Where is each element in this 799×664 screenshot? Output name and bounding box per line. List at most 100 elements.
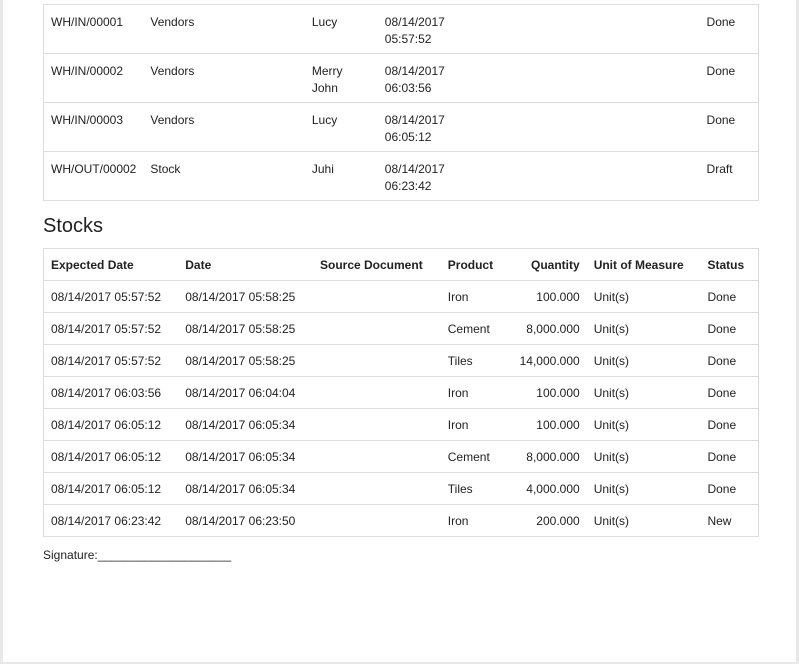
stock-status: New [700,504,759,537]
picking-state: Draft [699,151,759,201]
stock-date: 08/14/2017 06:04:04 [178,376,313,409]
stock-unit-of-measure: Unit(s) [586,376,701,409]
stock-source-document [313,376,441,409]
stock-source-document [313,472,441,505]
stock-row: 08/14/2017 06:05:12 08/14/2017 06:05:34 Ce… [43,440,759,473]
picking-row: WH/IN/00002 Vendors Merry John 08/14/2017 06… [43,53,759,103]
col-date: Date [178,248,313,281]
stock-unit-of-measure: Unit(s) [586,280,701,313]
stock-date: 08/14/2017 06:05:34 [178,408,313,441]
stock-source-document [313,280,441,313]
picking-user: Lucy [304,102,378,152]
picking-partner: Vendors [143,102,305,152]
picking-partner: Vendors [150,15,195,29]
picking-state: Done [699,53,759,103]
picking-date: 08/14/2017 [384,15,445,29]
stock-status: Done [700,344,759,377]
stock-status: Done [700,280,759,313]
stocks-table-header: Expected Date Date Source Document Produ… [43,248,759,281]
stock-quantity: 100.000 [508,280,587,313]
pickings-table: WH/IN/00001 Vendors Lucy 08/14/2017 05:57:52… [43,4,759,201]
picking-reference: WH/IN/00002 [43,53,144,103]
stock-source-document [313,504,441,537]
stock-row: 08/14/2017 06:03:56 08/14/2017 06:04:04 Ir… [43,376,759,409]
stock-status: Done [700,408,759,441]
signature-line: Signature:____________________ [43,548,232,562]
stock-expected-date: 08/14/2017 05:57:52 [43,280,179,313]
picking-row: WH/IN/00001 Vendors Lucy 08/14/2017 05:57:52… [44,5,759,54]
picking-time: 06:03:56 [384,81,432,95]
picking-state: Done [699,102,759,152]
stock-status: Done [700,440,759,473]
stock-quantity: 100.000 [508,408,587,441]
col-source-document: Source Document [313,248,441,281]
stock-product: Tiles [440,344,509,377]
stock-unit-of-measure: Unit(s) [586,472,701,505]
stocks-title: Stocks [43,215,104,237]
stock-quantity: 14,000.000 [508,344,587,377]
picking-date: 08/14/2017 [384,113,445,127]
stock-source-document [313,312,441,345]
stock-row: 08/14/2017 05:57:52 08/14/2017 05:58:25 Ti… [43,344,759,377]
stock-date: 08/14/2017 05:58:25 [178,280,313,313]
stock-row: 08/14/2017 05:57:52 08/14/2017 05:58:25 Ce… [43,312,759,345]
stock-product: Iron [440,376,509,409]
picking-row: WH/OUT/00002 Stock Juhi 08/14/2017 06:23:42 D… [43,151,759,201]
stock-date: 08/14/2017 06:05:34 [178,472,313,505]
picking-partner: Vendors [143,53,305,103]
stock-unit-of-measure: Unit(s) [586,408,701,441]
stock-row: 08/14/2017 06:05:12 08/14/2017 06:05:34 Ir… [43,408,759,441]
stock-date: 08/14/2017 05:58:25 [178,312,313,345]
stock-expected-date: 08/14/2017 06:05:12 [43,408,179,441]
stock-source-document [313,408,441,441]
stock-source-document [313,344,441,377]
stock-status: Done [700,312,759,345]
stock-unit-of-measure: Unit(s) [586,312,701,345]
picking-reference: WH/IN/00003 [43,102,144,152]
picking-reference: WH/IN/00001 [51,15,124,29]
col-quantity: Quantity [508,248,587,281]
stock-quantity: 8,000.000 [508,312,587,345]
stocks-table: Expected Date Date Source Document Produ… [43,248,759,537]
stocks-table-body: 08/14/2017 05:57:52 08/14/2017 05:58:25 Ir… [43,280,759,537]
stock-row: 08/14/2017 06:23:42 08/14/2017 06:23:50 Ir… [43,504,759,537]
stock-unit-of-measure: Unit(s) [586,344,701,377]
stock-unit-of-measure: Unit(s) [586,440,701,473]
picking-date: 08/14/2017 [384,162,445,176]
picking-user: Lucy [311,15,338,29]
col-status: Status [700,248,759,281]
picking-time: 06:05:12 [384,130,432,144]
stock-status: Done [700,376,759,409]
pickings-table-body: WH/IN/00001 Vendors Lucy 08/14/2017 05:57:52… [43,5,759,201]
picking-row: WH/IN/00003 Vendors Lucy 08/14/2017 06:05:12… [43,102,759,152]
picking-time: 05:57:52 [384,32,432,46]
stock-expected-date: 08/14/2017 05:57:52 [43,312,179,345]
picking-state: Done [706,15,736,29]
stock-row: 08/14/2017 06:05:12 08/14/2017 06:05:34 Ti… [43,472,759,505]
stock-unit-of-measure: Unit(s) [586,504,701,537]
col-expected-date: Expected Date [43,248,179,281]
picking-datetime: 08/14/2017 06:03:56 [377,53,700,103]
picking-datetime: 08/14/2017 06:23:42 [377,151,700,201]
picking-datetime: 08/14/2017 06:05:12 [377,102,700,152]
stock-status: Done [700,472,759,505]
picking-date: 08/14/2017 [384,64,445,78]
col-unit-of-measure: Unit of Measure [586,248,701,281]
stock-expected-date: 08/14/2017 06:23:42 [43,504,179,537]
stock-expected-date: 08/14/2017 06:05:12 [43,440,179,473]
picking-datetime: 08/14/2017 05:57:52 [378,5,700,54]
picking-partner: Stock [143,151,305,201]
stock-source-document [313,440,441,473]
stock-expected-date: 08/14/2017 05:57:52 [43,344,179,377]
stock-quantity: 8,000.000 [508,440,587,473]
stock-product: Iron [440,504,509,537]
picking-reference: WH/OUT/00002 [43,151,144,201]
stock-product: Cement [440,312,509,345]
picking-user: Juhi [304,151,378,201]
stock-row: 08/14/2017 05:57:52 08/14/2017 05:58:25 Ir… [43,280,759,313]
stock-product: Cement [440,440,509,473]
stock-date: 08/14/2017 05:58:25 [178,344,313,377]
stock-expected-date: 08/14/2017 06:03:56 [43,376,179,409]
stock-quantity: 200.000 [508,504,587,537]
stock-product: Iron [440,280,509,313]
